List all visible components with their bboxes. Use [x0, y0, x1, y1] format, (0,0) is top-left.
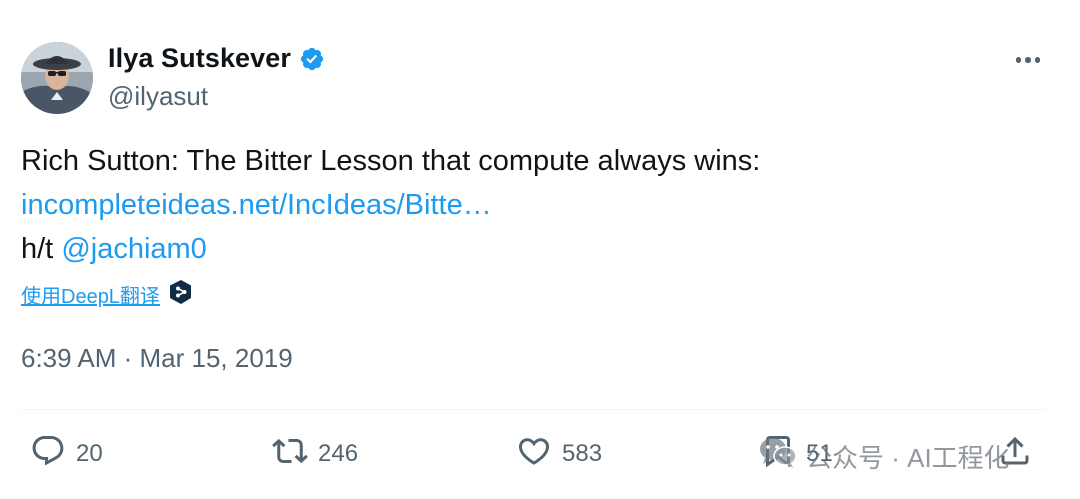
retweet-icon — [272, 433, 308, 474]
retweet-button[interactable]: 246 — [272, 433, 358, 474]
like-button[interactable]: 583 — [516, 433, 602, 474]
heart-icon — [516, 433, 552, 474]
more-dot — [1034, 57, 1041, 63]
deepl-icon[interactable] — [169, 279, 193, 310]
tweet-timestamp[interactable]: 6:39 AM · Mar 15, 2019 — [21, 343, 293, 374]
translate-row: 使用DeepL翻译 — [21, 279, 193, 310]
avatar-image — [21, 42, 93, 114]
tweet-text-line: Rich Sutton: The Bitter Lesson that comp… — [21, 145, 761, 177]
author-display-name[interactable]: Ilya Sutskever — [108, 43, 291, 74]
bookmark-count: 51 — [806, 439, 833, 467]
mention-link[interactable]: @jachiam0 — [61, 233, 207, 265]
more-dot — [1025, 57, 1031, 63]
share-button[interactable] — [997, 433, 1033, 474]
more-dot — [1015, 57, 1022, 63]
author-name-row: Ilya Sutskever — [108, 43, 325, 74]
tweet-hat-tip: h/t @jachiam0 — [21, 227, 207, 271]
watermark-text: 公众号 · AI工程化 — [806, 443, 1010, 473]
translate-link[interactable]: 使用DeepL翻译 — [21, 280, 160, 309]
hat-tip-prefix: h/t — [21, 233, 62, 265]
verified-badge-icon[interactable] — [299, 46, 325, 72]
tweet-link-row: incompleteideas.net/IncIdeas/Bitte… — [21, 183, 492, 227]
avatar[interactable] — [21, 42, 93, 114]
like-count: 583 — [562, 439, 603, 467]
share-icon — [997, 436, 1033, 473]
reply-button[interactable]: 20 — [30, 433, 103, 474]
reply-icon — [30, 433, 66, 474]
author-handle[interactable]: @ilyasut — [108, 81, 208, 112]
retweet-count: 246 — [318, 439, 359, 467]
divider — [21, 409, 1045, 410]
bookmark-button[interactable]: 51 — [760, 433, 833, 474]
more-icon[interactable] — [1010, 45, 1046, 75]
reply-count: 20 — [76, 439, 103, 467]
bookmark-icon — [760, 433, 796, 474]
tweet-link[interactable]: incompleteideas.net/IncIdeas/Bitte… — [21, 189, 492, 221]
tweet: Ilya Sutskever @ilyasut Rich Sutton: The… — [0, 0, 1080, 499]
